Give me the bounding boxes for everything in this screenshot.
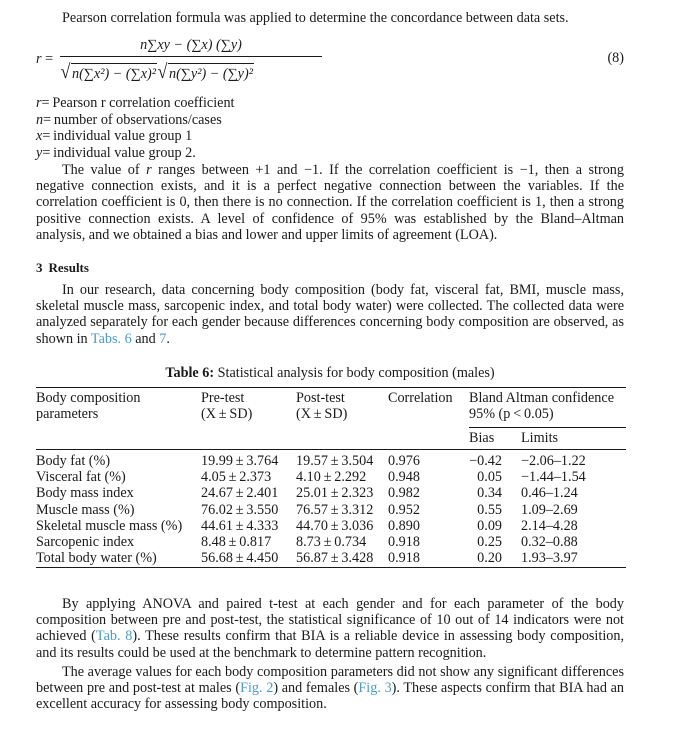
cell-correlation: 0.976 — [388, 453, 420, 469]
cell-parameter: Skeletal muscle mass (%) — [36, 517, 183, 534]
cell-parameter: Visceral fat (%) — [36, 469, 126, 486]
table-8-link[interactable]: Tab. 8 — [96, 628, 132, 644]
table-header-rule — [36, 449, 626, 450]
cell-parameter: Body fat (%) — [36, 453, 111, 469]
header-bland-altman-line2: 95% (p < 0.05) — [469, 406, 554, 422]
cell-correlation: 0.952 — [388, 501, 420, 518]
cell-pre-test: 76.02 ± 3.550 — [201, 501, 279, 518]
cell-pre-test: 4.05 ± 2.373 — [201, 469, 272, 486]
cell-parameter: Body mass index — [36, 485, 134, 502]
cell-bias: 0.34 — [477, 485, 502, 502]
table-row: Body fat (%) 19.99 ± 3.764 19.57 ± 3.504 0.… — [36, 453, 626, 469]
definition-y: y= individual value group 2. — [36, 144, 196, 161]
header-bias: Bias — [469, 430, 495, 446]
header-parameters: Body composition — [36, 390, 141, 406]
header-bland-altman: Bland Altman confidence — [469, 390, 614, 406]
cell-post-test: 56.87 ± 3.428 — [296, 550, 374, 567]
cell-parameter: Total body water (%) — [36, 550, 157, 567]
pearson-equation: r = n∑xy − (∑x) (∑y) √ n(∑x²) − (∑x)² √ … — [36, 36, 624, 88]
header-limits: Limits — [521, 430, 559, 446]
equation-lhs: r = — [36, 51, 54, 67]
cell-post-test: 4.10 ± 2.292 — [296, 469, 367, 486]
table-row: Skeletal muscle mass (%) 44.61 ± 4.333 44.… — [36, 518, 626, 534]
cell-correlation: 0.918 — [388, 534, 420, 550]
cell-post-test: 25.01 ± 2.323 — [296, 485, 374, 502]
equation-number: (8) — [607, 50, 624, 66]
table-subheader-rule — [469, 427, 626, 428]
table-row: Body mass index 24.67 ± 2.401 25.01 ± 2.32… — [36, 485, 626, 501]
equation-numerator: n∑xy − (∑x) (∑y) — [140, 37, 242, 53]
cell-correlation: 0.982 — [388, 485, 420, 502]
cell-correlation: 0.890 — [388, 517, 420, 534]
sqrt-left: √ n(∑x²) − (∑x)² — [60, 61, 157, 83]
definition-n: n= number of observations/cases — [36, 111, 222, 128]
cell-limits: 2.14–4.28 — [521, 517, 578, 534]
cell-bias: 0.55 — [477, 501, 502, 518]
cell-pre-test: 8.48 ± 0.817 — [201, 534, 272, 550]
cell-post-test: 19.57 ± 3.504 — [296, 453, 374, 469]
definition-r: r= Pearson r correlation coefficient — [36, 95, 235, 111]
header-post-test-unit: (X ± SD) — [296, 406, 348, 422]
cell-limits: 1.09–2.69 — [521, 501, 578, 518]
table-row: Total body water (%) 56.68 ± 4.450 56.87 ±… — [36, 550, 626, 566]
header-pre-test: Pre-test — [201, 390, 245, 406]
results-paragraph: In our research, data concerning body co… — [36, 282, 624, 347]
cell-limits: 0.32–0.88 — [521, 534, 578, 550]
cell-bias: 0.25 — [477, 534, 502, 550]
header-correlation: Correlation — [388, 390, 453, 406]
cell-pre-test: 44.61 ± 4.333 — [201, 517, 279, 534]
table-bottom-rule — [36, 567, 626, 568]
header-pre-test-unit: (X ± SD) — [201, 406, 253, 422]
table-top-rule — [36, 387, 626, 388]
cell-correlation: 0.948 — [388, 469, 420, 486]
radical-sign-icon: √ — [60, 61, 71, 83]
cell-limits: −1.44–1.54 — [521, 469, 586, 486]
equation-denominator: √ n(∑x²) − (∑x)² √ n(∑y²) − (∑y)² — [60, 59, 322, 83]
cell-pre-test: 19.99 ± 3.764 — [201, 453, 279, 469]
table-caption: Table 6: Statistical analysis for body c… — [165, 365, 495, 381]
cell-post-test: 76.57 ± 3.312 — [296, 501, 374, 518]
header-parameters-line2: parameters — [36, 406, 99, 422]
anova-paragraph: By applying ANOVA and paired t-test at e… — [36, 596, 624, 661]
cell-limits: 1.93–3.97 — [521, 550, 578, 567]
cell-post-test: 44.70 ± 3.036 — [296, 517, 374, 534]
radical-sign-icon: √ — [157, 61, 168, 83]
cell-limits: 0.46–1.24 — [521, 485, 578, 502]
cell-parameter: Muscle mass (%) — [36, 501, 135, 518]
cell-pre-test: 24.67 ± 2.401 — [201, 485, 279, 502]
fraction-bar — [60, 56, 322, 57]
average-values-paragraph: The average values for each body composi… — [36, 664, 624, 713]
definition-x: x= individual value group 1 — [36, 128, 193, 144]
table-6-link[interactable]: Tabs. 6 — [91, 331, 132, 347]
cell-post-test: 8.73 ± 0.734 — [296, 534, 367, 550]
cell-bias: 0.05 — [477, 469, 502, 486]
section-heading-results: 3 Results — [36, 260, 89, 275]
cell-bias: −0.42 — [469, 453, 502, 469]
cell-limits: −2.06–1.22 — [521, 453, 586, 469]
cell-bias: 0.09 — [477, 517, 502, 534]
header-post-test: Post-test — [296, 390, 345, 406]
r-range-paragraph: The value of r ranges between +1 and −1.… — [36, 162, 624, 243]
equation-fraction: n∑xy − (∑x) (∑y) √ n(∑x²) − (∑x)² √ n(∑y… — [60, 36, 322, 83]
table-row: Muscle mass (%) 76.02 ± 3.550 76.57 ± 3.31… — [36, 502, 626, 518]
table-row: Sarcopenic index 8.48 ± 0.817 8.73 ± 0.734… — [36, 534, 626, 550]
cell-bias: 0.20 — [477, 550, 502, 567]
figure-2-link[interactable]: Fig. 2 — [240, 680, 273, 696]
cell-parameter: Sarcopenic index — [36, 534, 135, 550]
radicand-right: n(∑y²) − (∑y)² — [167, 63, 254, 83]
intro-sentence: Pearson correlation formula was applied … — [62, 10, 569, 26]
table-row: Visceral fat (%) 4.05 ± 2.373 4.10 ± 2.292… — [36, 469, 626, 485]
cell-correlation: 0.918 — [388, 550, 420, 567]
figure-3-link[interactable]: Fig. 3 — [358, 680, 391, 696]
sqrt-right: √ n(∑y²) − (∑y)² — [157, 61, 254, 83]
radicand-left: n(∑x²) − (∑x)² — [70, 63, 157, 83]
cell-pre-test: 56.68 ± 4.450 — [201, 550, 279, 567]
variable-definitions: r= Pearson r correlation coefficient n= … — [36, 95, 624, 161]
